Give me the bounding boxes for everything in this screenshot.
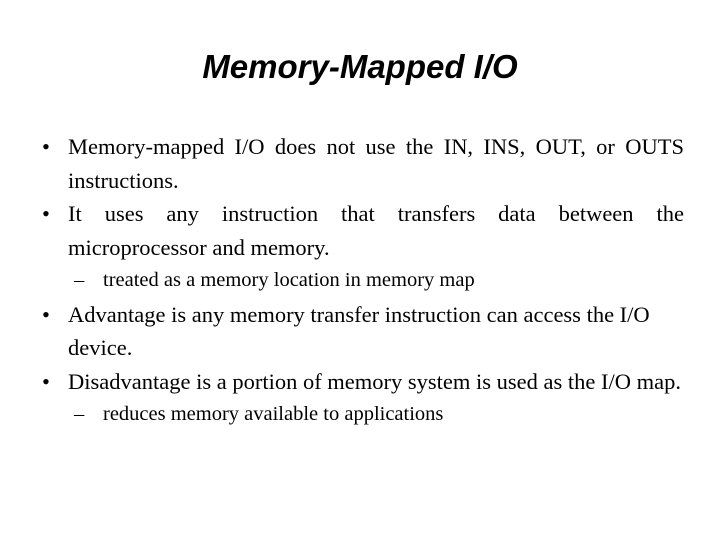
list-item: • Disadvantage is a portion of memory sy…: [36, 365, 684, 399]
bullet-marker-icon: •: [42, 201, 50, 226]
bullet-marker-icon: •: [42, 368, 50, 394]
list-item: • Advantage is any memory transfer instr…: [36, 298, 684, 365]
list-item-text: It uses any instruction that transfers d…: [68, 201, 684, 260]
sub-list-item: – treated as a memory location in memory…: [36, 264, 684, 298]
bullet-marker-icon: •: [42, 134, 50, 159]
sub-list-item-text: reduces memory available to applications: [103, 403, 444, 425]
sub-list-item: – reduces memory available to applicatio…: [36, 398, 684, 432]
list-item: • It uses any instruction that transfers…: [36, 197, 684, 264]
sub-list-item-text: treated as a memory location in memory m…: [103, 269, 475, 291]
list-item-text: Advantage is any memory transfer instruc…: [68, 301, 650, 361]
page-title: Memory-Mapped I/O: [202, 48, 518, 85]
bullet-marker-icon: •: [42, 301, 50, 327]
list-item-text: Disadvantage is a portion of memory syst…: [68, 368, 682, 394]
slide-canvas: Memory-Mapped I/O • Memory-mapped I/O do…: [0, 0, 720, 540]
list-item: • Memory-mapped I/O does not use the IN,…: [36, 130, 684, 197]
list-item-text: Memory-mapped I/O does not use the IN, I…: [68, 134, 684, 193]
dash-marker-icon: –: [74, 269, 85, 291]
dash-marker-icon: –: [74, 403, 85, 425]
slide-body: • Memory-mapped I/O does not use the IN,…: [36, 130, 684, 432]
